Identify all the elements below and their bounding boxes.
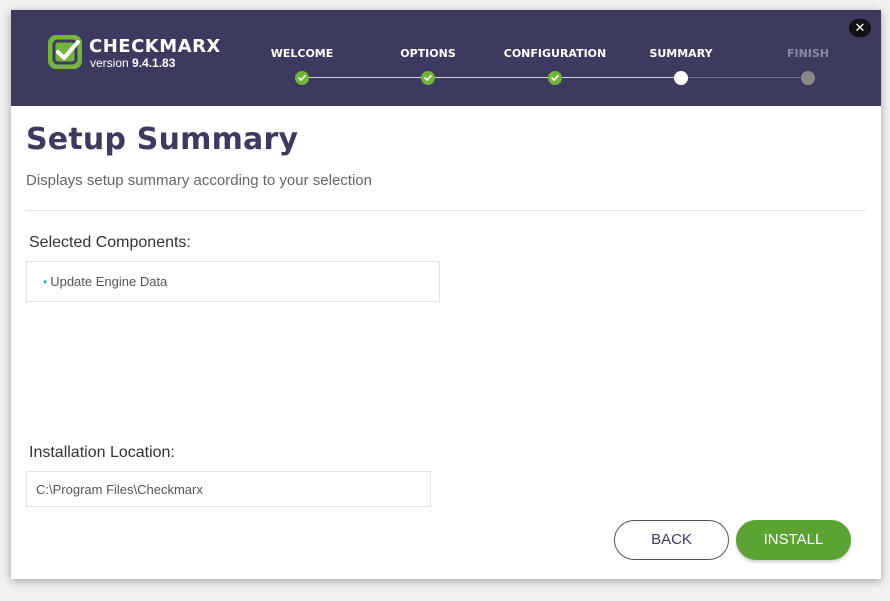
checkmark-icon	[298, 75, 306, 82]
installer-header: CHECKMARX version 9.4.1.83 WELCOME OPTIO…	[11, 10, 881, 106]
step-configuration-dot	[548, 71, 562, 85]
checkmark-icon	[551, 75, 559, 82]
step-welcome-label: WELCOME	[270, 47, 334, 60]
brand-name: CHECKMARX	[89, 36, 221, 57]
selected-components-list: • Update Engine Data	[26, 261, 440, 302]
version-text: version 9.4.1.83	[90, 56, 176, 70]
version-number: 9.4.1.83	[132, 56, 176, 70]
list-item: • Update Engine Data	[43, 274, 168, 289]
step-summary-dot	[674, 71, 688, 85]
step-finish-dot	[801, 71, 815, 85]
installation-location-label: Installation Location:	[29, 444, 175, 461]
step-finish-label: FINISH	[786, 47, 830, 60]
step-options-dot	[421, 71, 435, 85]
page-subtitle: Displays setup summary according to your…	[26, 172, 372, 189]
step-summary-label: SUMMARY	[649, 47, 713, 60]
checkmarx-logo-icon	[48, 35, 82, 69]
step-configuration-label: CONFIGURATION	[503, 47, 607, 60]
step-connector	[302, 77, 428, 78]
step-connector	[555, 77, 681, 78]
bullet-icon: •	[43, 275, 48, 289]
step-welcome-dot	[295, 71, 309, 85]
step-options-label: OPTIONS	[400, 47, 456, 60]
divider	[26, 210, 866, 211]
back-button[interactable]: BACK	[614, 520, 729, 560]
page-title: Setup Summary	[26, 122, 299, 157]
close-icon[interactable]: ✕	[849, 19, 871, 37]
installer-window: CHECKMARX version 9.4.1.83 WELCOME OPTIO…	[11, 10, 881, 579]
install-button[interactable]: INSTALL	[736, 520, 851, 560]
installation-location-field: C:\Program Files\Checkmarx	[26, 471, 431, 507]
step-connector	[681, 77, 808, 78]
step-connector	[428, 77, 555, 78]
checkmark-icon	[424, 75, 432, 82]
selected-components-label: Selected Components:	[29, 234, 191, 251]
